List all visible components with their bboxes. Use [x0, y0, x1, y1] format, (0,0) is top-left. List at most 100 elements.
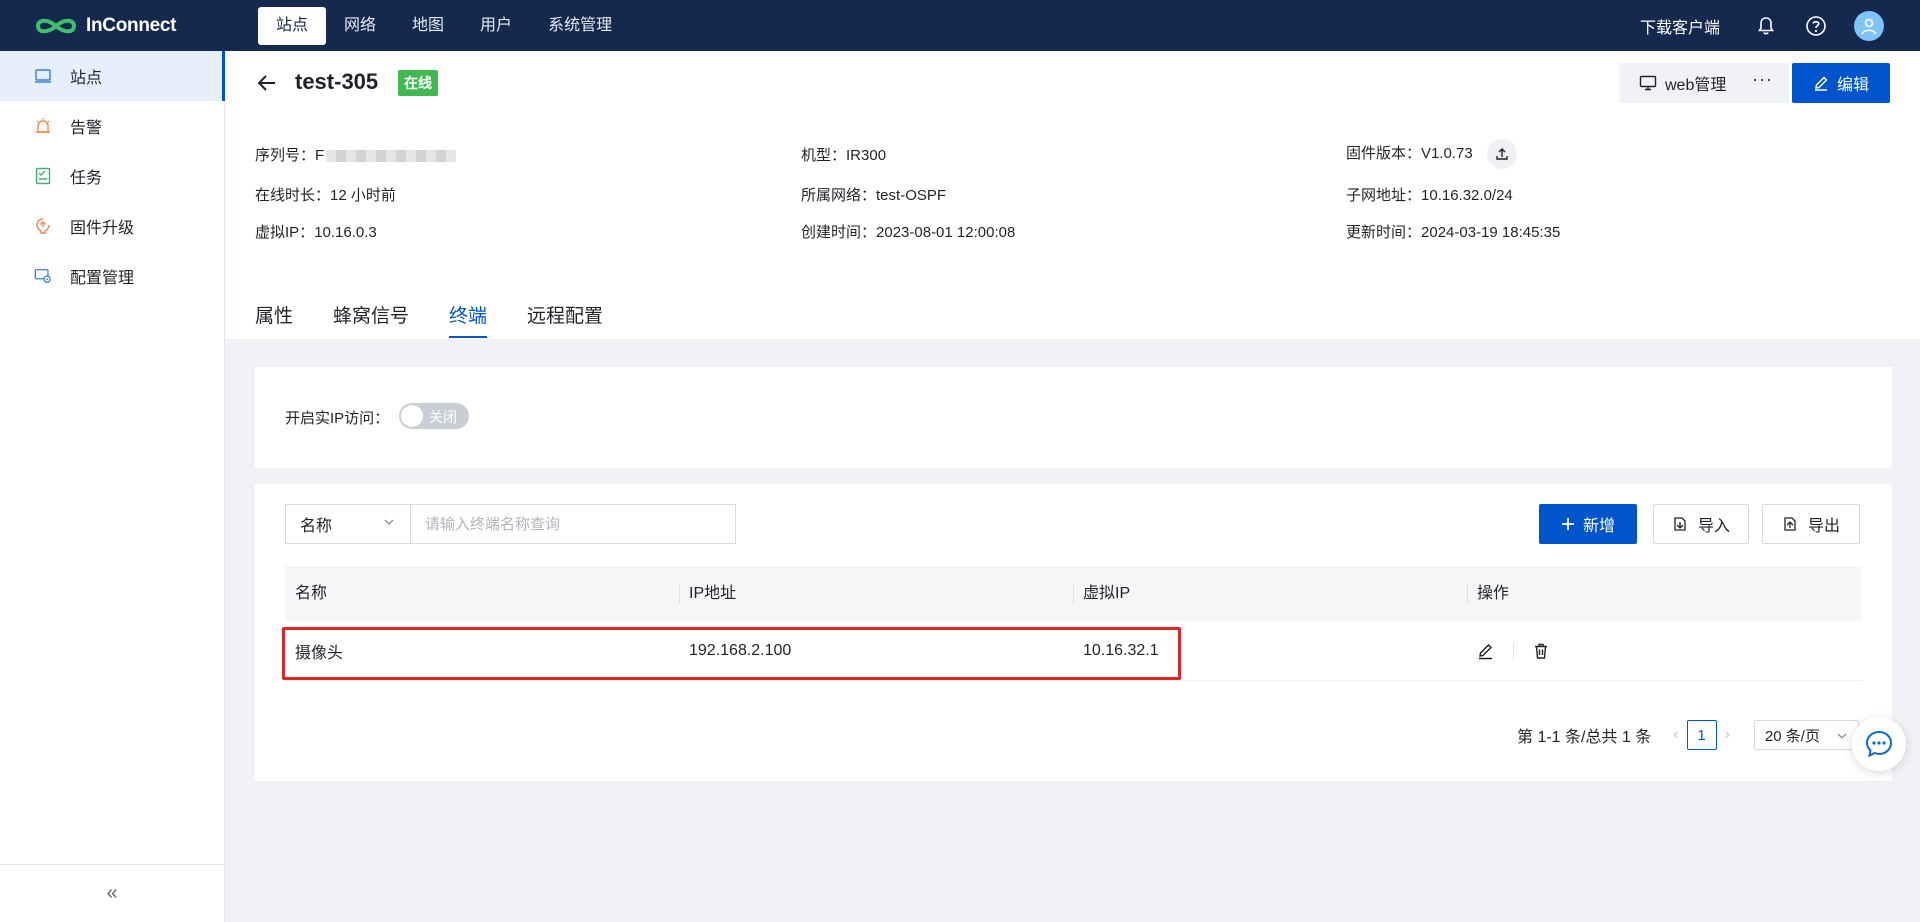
- tab-cellular-signal[interactable]: 蜂窝信号: [333, 301, 409, 338]
- sidebar-collapse-button[interactable]: «: [0, 864, 224, 922]
- sidebar-item-site[interactable]: 站点: [0, 51, 225, 101]
- back-arrow-icon[interactable]: [255, 71, 279, 95]
- nav-item-system[interactable]: 系统管理: [530, 7, 630, 45]
- monitor-icon: [1639, 75, 1657, 91]
- real-ip-card: 开启实IP访问： 关闭: [255, 367, 1892, 468]
- sidebar-item-label: 任务: [70, 170, 103, 187]
- tab-properties[interactable]: 属性: [255, 301, 293, 338]
- page-size-value: 20 条/页: [1764, 727, 1820, 745]
- filter-field-select[interactable]: 名称: [285, 504, 410, 544]
- alarm-icon: [34, 117, 52, 135]
- nav-item-site[interactable]: 站点: [258, 6, 327, 45]
- export-button[interactable]: 导出: [1762, 504, 1860, 544]
- info-model: 机型：IR300: [801, 147, 887, 164]
- real-ip-label: 开启实IP访问：: [285, 410, 390, 427]
- sidebar-item-firmware[interactable]: 固件升级: [0, 201, 224, 251]
- info-subnet: 子网地址：10.16.32.0/24: [1346, 187, 1513, 204]
- info-vip: 虚拟IP：10.16.0.3: [255, 224, 377, 241]
- cell-actions: [1467, 641, 1862, 660]
- chevron-down-icon: [1837, 733, 1847, 739]
- import-icon: [1674, 517, 1686, 531]
- download-client-link[interactable]: 下载客户端: [1640, 14, 1720, 38]
- masked-serial: [326, 150, 457, 163]
- export-label: 导出: [1807, 518, 1840, 535]
- next-page-icon[interactable]: ›: [1725, 726, 1730, 744]
- tab-remote-config[interactable]: 远程配置: [527, 301, 603, 338]
- info-updated: 更新时间：2024-03-19 18:45:35: [1346, 224, 1561, 241]
- prev-page-icon[interactable]: ‹: [1673, 726, 1678, 744]
- help-icon[interactable]: [1804, 14, 1828, 38]
- user-avatar[interactable]: [1854, 10, 1884, 41]
- chevron-down-icon: [384, 519, 394, 525]
- column-header-ip: IP地址: [679, 566, 1073, 621]
- main-nav: 站点 网络 地图 用户 系统管理: [258, 6, 630, 45]
- firmware-icon: [34, 217, 52, 235]
- bell-icon[interactable]: [1754, 14, 1778, 38]
- firmware-upload-button[interactable]: [1486, 139, 1517, 169]
- trash-icon[interactable]: [1532, 642, 1550, 660]
- toggle-text: 关闭: [429, 409, 457, 425]
- site-icon: [34, 67, 52, 85]
- nav-item-user[interactable]: 用户: [462, 7, 530, 45]
- sidebar-item-alarm[interactable]: 告警: [0, 101, 224, 151]
- cell-name: 摄像头: [295, 644, 344, 662]
- task-icon: [34, 167, 52, 185]
- export-icon: [1784, 517, 1796, 531]
- nav-item-network[interactable]: 网络: [326, 7, 394, 45]
- sidebar-item-label: 站点: [70, 70, 103, 87]
- detail-tabs: 属性 蜂窝信号 终端 远程配置: [255, 301, 643, 338]
- pagination: 第 1-1 条/总共 1 条 ‹ 1 › 20 条/页: [1517, 719, 1859, 751]
- info-created: 创建时间：2023-08-01 12:00:08: [801, 224, 1016, 241]
- chat-bubble-icon: [1865, 730, 1893, 758]
- terminal-list-card: 名称 新增 导入 导出 名称 IP地址 虚拟IP 操作 摄像头 192.168.…: [255, 484, 1892, 781]
- column-header-name: 名称: [295, 585, 328, 602]
- web-manage-button[interactable]: web管理 ···: [1619, 63, 1789, 103]
- brand-name: InConnect: [86, 14, 177, 36]
- inconnect-logo-icon: [35, 18, 77, 33]
- more-options-button[interactable]: ···: [1752, 69, 1773, 90]
- filter-field-value: 名称: [300, 518, 333, 535]
- import-button[interactable]: 导入: [1653, 504, 1749, 544]
- user-icon: [1861, 18, 1877, 34]
- web-manage-label: web管理: [1665, 77, 1727, 94]
- edit-row-icon[interactable]: [1477, 642, 1495, 660]
- sidebar: 站点 告警 任务 固件升级 配置管理 «: [0, 51, 225, 922]
- pagination-summary: 第 1-1 条/总共 1 条: [1517, 729, 1652, 746]
- cell-ip: 192.168.2.100: [689, 641, 792, 659]
- real-ip-toggle[interactable]: 关闭: [399, 403, 469, 429]
- add-label: 新增: [1582, 518, 1615, 535]
- chat-support-button[interactable]: [1852, 717, 1906, 771]
- table-header: 名称 IP地址 虚拟IP 操作: [285, 566, 1862, 621]
- toggle-knob: [401, 405, 423, 427]
- pencil-icon: [1814, 76, 1828, 91]
- search-input[interactable]: [410, 504, 736, 544]
- top-navbar: InConnect 站点 网络 地图 用户 系统管理 下载客户端: [0, 0, 1920, 51]
- main-content: test-305 在线 web管理 ··· 编辑 序列号：F 机型：IR300 …: [225, 51, 1920, 922]
- column-header-actions: 操作: [1467, 566, 1862, 621]
- add-terminal-button[interactable]: 新增: [1539, 504, 1637, 544]
- sidebar-item-label: 固件升级: [70, 220, 135, 237]
- device-header: test-305 在线 web管理 ··· 编辑 序列号：F 机型：IR300 …: [225, 51, 1920, 339]
- info-firmware: 固件版本：V1.0.73: [1346, 139, 1517, 169]
- brand-logo[interactable]: InConnect: [34, 15, 258, 37]
- table-row: 摄像头 192.168.2.100 10.16.32.1: [285, 621, 1862, 681]
- status-badge: 在线: [398, 70, 438, 96]
- upload-icon: [1496, 148, 1508, 160]
- page-number-current[interactable]: 1: [1686, 720, 1717, 750]
- page-size-select[interactable]: 20 条/页: [1753, 720, 1859, 750]
- action-divider: [1513, 641, 1514, 660]
- edit-button[interactable]: 编辑: [1792, 63, 1890, 103]
- info-serial: 序列号：F: [255, 144, 457, 165]
- double-chevron-left-icon: «: [106, 882, 118, 904]
- sidebar-item-label: 配置管理: [70, 270, 135, 287]
- sidebar-item-config[interactable]: 配置管理: [0, 251, 224, 301]
- nav-item-map[interactable]: 地图: [394, 7, 462, 45]
- config-icon: [34, 267, 52, 285]
- tab-terminals[interactable]: 终端: [449, 301, 488, 338]
- info-network: 所属网络：test-OSPF: [801, 187, 947, 204]
- cell-vip: 10.16.32.1: [1083, 641, 1159, 659]
- edit-label: 编辑: [1836, 77, 1869, 94]
- sidebar-item-task[interactable]: 任务: [0, 151, 224, 201]
- top-right-actions: 下载客户端: [1640, 0, 1920, 51]
- sidebar-item-label: 告警: [70, 120, 103, 137]
